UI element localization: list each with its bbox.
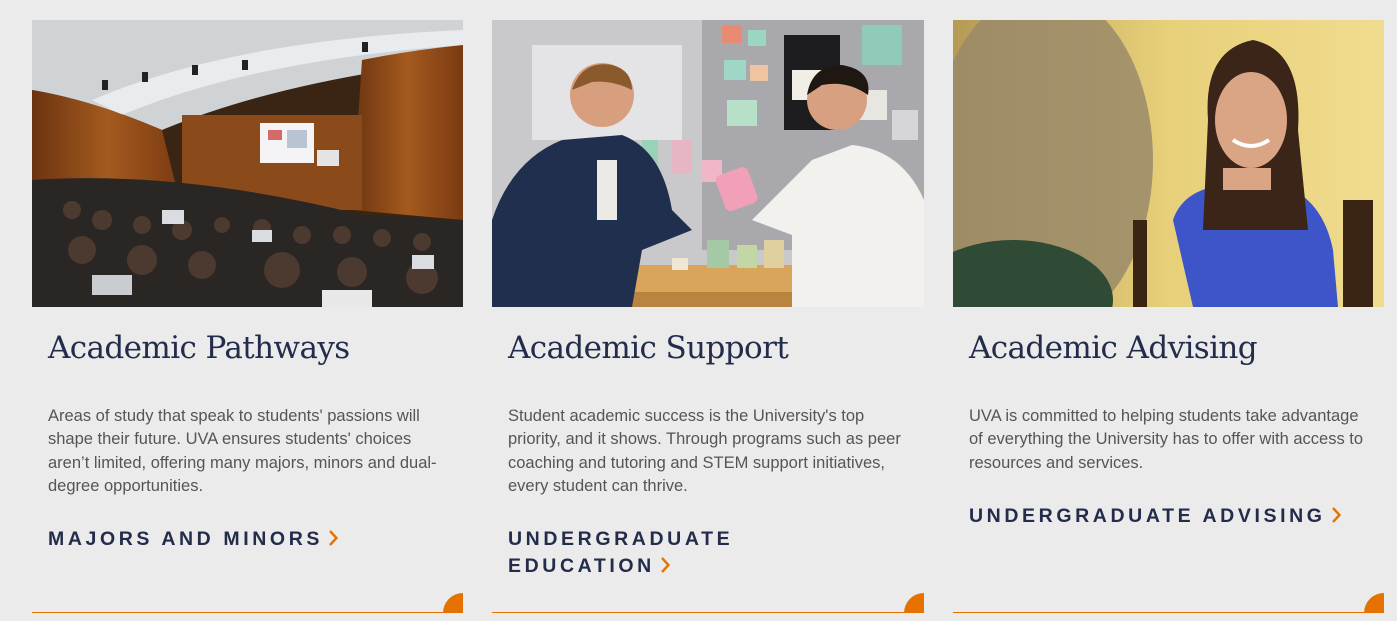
advising-meeting-photo xyxy=(953,20,1384,307)
link-label: UNDERGRADUATE ADVISING xyxy=(969,505,1326,527)
card-academic-advising: Academic Advising UVA is committed to he… xyxy=(953,20,1384,613)
card-title: Academic Pathways xyxy=(48,330,350,366)
card-corner-accent xyxy=(904,593,924,613)
card-description: UVA is committed to helping students tak… xyxy=(969,407,1364,472)
chevron-right-icon xyxy=(1331,507,1341,523)
card-bottom-rule xyxy=(32,612,463,613)
majors-and-minors-link[interactable]: MAJORS AND MINORS xyxy=(48,526,338,553)
lecture-hall-photo xyxy=(32,20,463,307)
card-description: Student academic success is the Universi… xyxy=(508,407,901,495)
tutoring-session-photo xyxy=(492,20,924,307)
link-label: MAJORS AND MINORS xyxy=(48,528,323,550)
card-corner-accent xyxy=(443,593,463,613)
card-title: Academic Support xyxy=(508,330,789,366)
card-description: Areas of study that speak to students' p… xyxy=(48,407,437,495)
card-bottom-rule xyxy=(953,612,1384,613)
link-label: UNDERGRADUATE EDUCATION xyxy=(508,528,734,577)
academic-cards-section: Academic Pathways Areas of study that sp… xyxy=(0,0,1397,621)
card-corner-accent xyxy=(1364,593,1384,613)
card-bottom-rule xyxy=(492,612,924,613)
card-title: Academic Advising xyxy=(969,330,1258,366)
chevron-right-icon xyxy=(660,557,670,573)
chevron-right-icon xyxy=(329,530,338,546)
undergraduate-advising-link[interactable]: UNDERGRADUATE ADVISING xyxy=(969,503,1341,530)
card-academic-support: Academic Support Student academic succes… xyxy=(492,20,924,613)
undergraduate-education-link[interactable]: UNDERGRADUATE EDUCATION xyxy=(508,526,768,580)
card-academic-pathways: Academic Pathways Areas of study that sp… xyxy=(32,20,463,613)
